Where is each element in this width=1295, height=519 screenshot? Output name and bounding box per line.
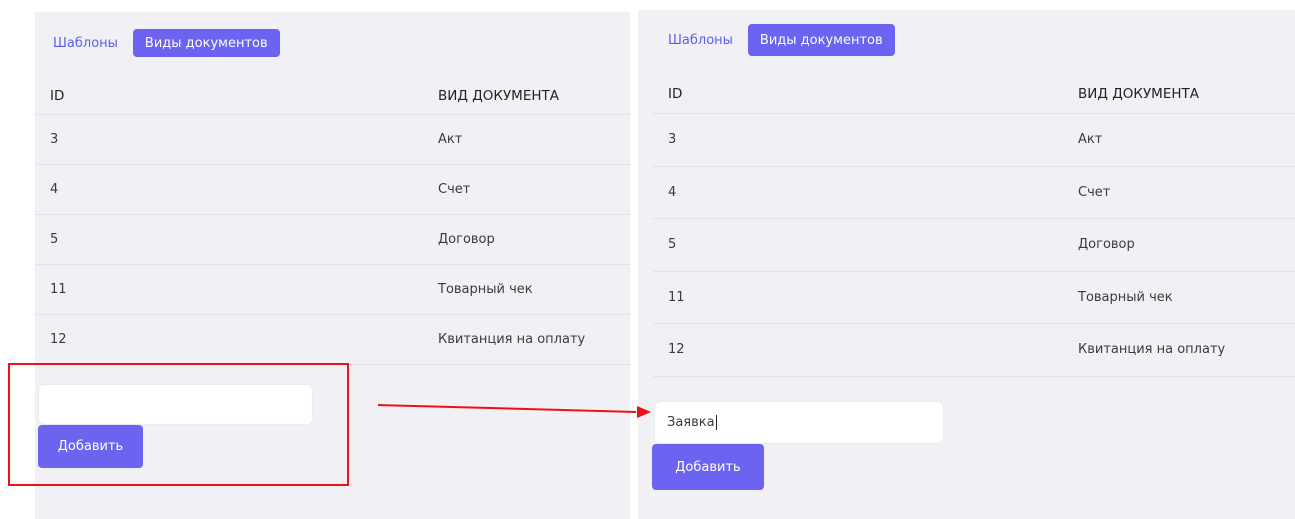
- annotation-arrow: [377, 404, 651, 418]
- arrow-head: [637, 406, 651, 418]
- arrow-line: [377, 404, 637, 413]
